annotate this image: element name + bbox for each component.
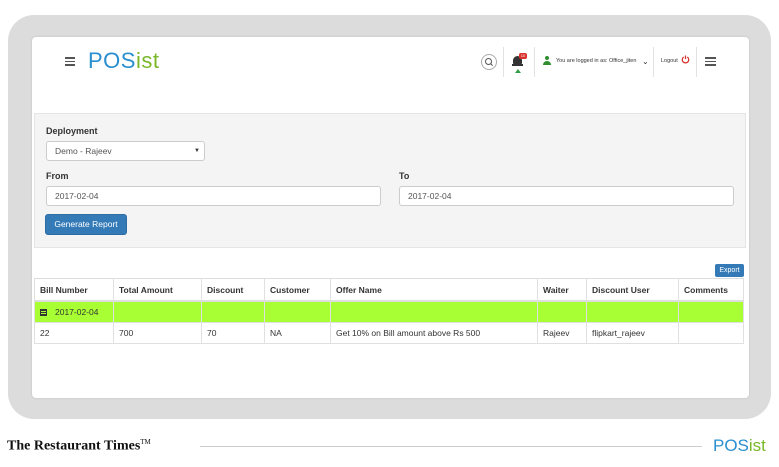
report-filter-panel: Deployment Demo - Rajeev ▼ From 2017-02-…: [34, 113, 746, 248]
trademark-mark: TM: [140, 438, 151, 446]
comments-cell: [678, 322, 744, 344]
discount-report-table: Bill Number Total Amount Discount Custom…: [34, 278, 744, 344]
column-header-discount[interactable]: Discount: [201, 278, 265, 302]
table-header-row: Bill Number Total Amount Discount Custom…: [34, 278, 744, 302]
column-header-customer[interactable]: Customer: [264, 278, 331, 302]
discount-cell: 70: [201, 322, 265, 344]
calendar-icon: [40, 309, 47, 316]
divider: [503, 47, 504, 77]
deployment-select-value: Demo - Rajeev: [55, 146, 112, 156]
power-icon[interactable]: [681, 55, 690, 64]
footer-title: The Restaurant TimesTM: [7, 438, 151, 455]
group-date-text: 2017-02-04: [55, 307, 99, 317]
column-header-waiter[interactable]: Waiter: [537, 278, 587, 302]
logged-in-text: You are logged in as: Office_jiten: [556, 58, 637, 64]
from-label: From: [46, 171, 69, 181]
logo-main-text: POS: [88, 48, 136, 73]
group-empty-cell: [264, 300, 331, 323]
group-empty-cell: [678, 300, 744, 323]
menu-icon[interactable]: [65, 55, 75, 68]
divider: [534, 47, 535, 77]
select-caret-icon: ▼: [194, 148, 200, 154]
notification-bell-icon[interactable]: 10: [512, 53, 527, 73]
footer-logo-accent-text: ist: [748, 436, 766, 455]
footer-logo-main-text: POS: [713, 436, 749, 455]
total-amount-cell: 700: [113, 322, 202, 344]
customer-cell: NA: [264, 322, 331, 344]
divider: [696, 47, 697, 77]
footer-title-text: The Restaurant Times: [7, 438, 141, 454]
deployment-select[interactable]: Demo - Rajeev ▼: [46, 141, 205, 161]
waiter-cell: Rajeev: [537, 322, 587, 344]
offer-name-cell: Get 10% on Bill amount above Rs 500: [330, 322, 538, 344]
generate-report-button[interactable]: Generate Report: [45, 214, 127, 235]
column-header-discount-user[interactable]: Discount User: [586, 278, 679, 302]
deployment-label: Deployment: [46, 126, 98, 136]
group-empty-cell: [586, 300, 679, 323]
notification-badge: 10: [519, 53, 527, 59]
group-empty-cell: [113, 300, 202, 323]
group-empty-cell: [330, 300, 538, 323]
footer-divider: [200, 446, 702, 447]
bill-number-cell: 22: [34, 322, 114, 344]
discount-user-cell: flipkart_rajeev: [586, 322, 679, 344]
posist-logo[interactable]: POSist: [88, 48, 159, 74]
footer-posist-logo: POSist: [713, 436, 766, 456]
export-button[interactable]: Export: [715, 264, 744, 277]
group-empty-cell: [201, 300, 265, 323]
date-group-cell: 2017-02-04: [34, 300, 114, 323]
logo-accent-text: ist: [135, 48, 160, 73]
from-date-input[interactable]: 2017-02-04: [46, 186, 381, 206]
group-empty-cell: [537, 300, 587, 323]
to-label: To: [399, 171, 410, 181]
column-header-comments[interactable]: Comments: [678, 278, 744, 302]
user-dropdown-chevron-icon[interactable]: ⌄: [642, 57, 649, 66]
notification-caret-icon: [515, 69, 521, 73]
table-row: 22 700 70 NA Get 10% on Bill amount abov…: [34, 322, 744, 344]
date-group-row: 2017-02-04: [34, 300, 744, 323]
to-date-input[interactable]: 2017-02-04: [399, 186, 734, 206]
column-header-total-amount[interactable]: Total Amount: [113, 278, 202, 302]
column-header-bill-number[interactable]: Bill Number: [34, 278, 114, 302]
logout-link[interactable]: Logout: [661, 58, 678, 64]
column-header-offer-name[interactable]: Offer Name: [330, 278, 538, 302]
user-icon: [542, 56, 552, 66]
search-icon[interactable]: [481, 54, 497, 70]
app-screen: POSist 10 You are logged in as: Office_j…: [32, 37, 749, 398]
options-menu-icon[interactable]: [705, 55, 716, 68]
divider: [653, 47, 654, 77]
